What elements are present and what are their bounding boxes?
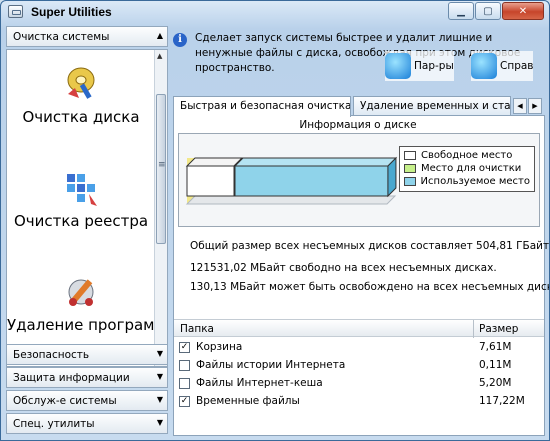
row-folder-name: Корзина <box>196 341 243 353</box>
category-label: Спец. утилиты <box>13 418 95 430</box>
app-icon[interactable] <box>8 5 23 18</box>
legend-label: Место для очистки <box>421 163 522 174</box>
info-banner: i Сделает запуск системы быстрее и удали… <box>173 29 545 89</box>
category-system-cleanup[interactable]: Очистка системы ▲ <box>6 26 168 47</box>
tool-label: Удаление программ <box>7 316 166 334</box>
tab-scroll-left-icon[interactable]: ◀ <box>513 98 527 114</box>
column-header-folder[interactable]: Папка <box>180 323 214 335</box>
scrollbar-thumb[interactable] <box>156 94 166 244</box>
gear-icon <box>385 53 411 79</box>
category-system-maintenance[interactable]: Обслуж-е системы ▼ <box>6 390 168 411</box>
row-folder-name: Временные файлы <box>196 395 300 407</box>
row-size: 0,11M <box>479 359 512 371</box>
bar-segment-0 <box>186 165 235 197</box>
chart-legend: Свободное место Место для очистки Исполь… <box>399 146 535 192</box>
grid-row[interactable]: Файлы истории Интернета 0,11M <box>174 357 544 374</box>
legend-label: Свободное место <box>421 150 513 161</box>
tab-strip: Быстрая и безопасная очистка Удаление вр… <box>173 96 545 117</box>
minimize-button[interactable]: ▁ <box>448 2 474 20</box>
sidebar-scrollbar[interactable]: ▲ ▼ <box>154 50 167 366</box>
disk-info-title: Информация о диске <box>299 119 417 131</box>
stat-total-size: Общий размер всех несъемных дисков соста… <box>190 240 550 252</box>
bar-top-0 <box>185 157 244 167</box>
help-icon <box>471 53 497 79</box>
sidebar: Очистка системы ▲ Очистка диска Очистка … <box>6 26 168 436</box>
tool-uninstall-programs[interactable]: Удаление программ <box>7 272 166 334</box>
legend-label: Используемое место <box>420 176 530 187</box>
row-size: 117,22M <box>479 395 525 407</box>
tab-temp-files-removal[interactable]: Удаление временных и стар <box>353 96 511 116</box>
grid-header: Папка Размер <box>174 319 544 338</box>
tool-label: Очистка реестра <box>13 212 149 230</box>
tool-disk-cleanup[interactable]: Очистка диска <box>7 64 155 126</box>
row-size: 5,20M <box>479 377 512 389</box>
bar-segment-2 <box>234 165 389 197</box>
chevron-down-icon: ▼ <box>156 372 163 381</box>
tool-label: Очистка диска <box>22 108 140 126</box>
stat-freeable-space: 130,13 МБайт может быть освобождено на в… <box>190 281 550 293</box>
disk-usage-bar <box>185 156 398 205</box>
legend-swatch <box>404 151 416 160</box>
tab-scroll-right-icon[interactable]: ▶ <box>528 98 542 114</box>
tool-registry-cleanup[interactable]: Очистка реестра <box>7 168 155 230</box>
row-size: 7,61M <box>479 341 512 353</box>
row-checkbox[interactable] <box>179 360 190 371</box>
bar-top-2 <box>233 157 398 167</box>
uninstall-programs-icon <box>61 272 101 312</box>
window-title: Super Utilities <box>31 5 112 19</box>
legend-item-free: Свободное место <box>404 149 530 162</box>
chevron-down-icon: ▼ <box>156 349 163 358</box>
legend-swatch <box>404 164 416 173</box>
chevron-down-icon: ▼ <box>156 395 163 404</box>
grid-row[interactable]: ✓ Корзина 7,61M <box>174 339 544 356</box>
tab-quick-safe-cleanup[interactable]: Быстрая и безопасная очистка <box>173 96 351 117</box>
row-checkbox[interactable]: ✓ <box>179 396 190 407</box>
category-label: Защита информации <box>13 372 130 384</box>
chevron-down-icon: ▼ <box>156 418 163 427</box>
maximize-button[interactable]: ▢ <box>475 2 501 20</box>
grid-row[interactable]: Файлы Интернет-кеша 5,20M <box>174 375 544 392</box>
app-window: Super Utilities ▁ ▢ ✕ Очистка системы ▲ <box>0 0 550 441</box>
column-header-size[interactable]: Размер <box>479 323 518 335</box>
category-label: Безопасность <box>13 349 90 361</box>
legend-item-cleanable: Место для очистки <box>404 162 530 175</box>
info-icon: i <box>173 33 187 47</box>
title-bar[interactable]: Super Utilities ▁ ▢ ✕ <box>1 1 549 23</box>
registry-cleanup-icon <box>61 168 101 208</box>
chevron-up-icon: ▲ <box>156 31 163 40</box>
stat-free-space: 121531,02 МБайт свободно на всех несъемн… <box>190 262 497 274</box>
help-label: Справ <box>500 60 534 72</box>
disk-cleanup-icon <box>61 64 101 104</box>
tools-panel: Очистка диска Очистка реестра Удаление п… <box>6 49 168 367</box>
legend-swatch <box>404 177 416 186</box>
category-security[interactable]: Безопасность ▼ <box>6 344 168 365</box>
chart-floor <box>185 195 397 205</box>
row-folder-name: Файлы истории Интернета <box>196 359 346 371</box>
scroll-up-arrow-icon[interactable]: ▲ <box>157 52 162 60</box>
tab-content: Информация о диске Свободное место Место… <box>173 115 549 436</box>
close-button[interactable]: ✕ <box>502 2 544 20</box>
disk-chart: Свободное место Место для очистки Исполь… <box>178 133 540 227</box>
category-info-protection[interactable]: Защита информации ▼ <box>6 367 168 388</box>
row-checkbox[interactable] <box>179 378 190 389</box>
category-label: Очистка системы <box>13 31 110 43</box>
row-folder-name: Файлы Интернет-кеша <box>196 377 323 389</box>
column-divider[interactable] <box>473 320 474 338</box>
settings-label: Пар-ры <box>414 60 454 72</box>
category-special-utilities[interactable]: Спец. утилиты ▼ <box>6 413 168 434</box>
row-checkbox[interactable]: ✓ <box>179 342 190 353</box>
help-button[interactable]: Справ <box>471 51 534 81</box>
grid-row[interactable]: ✓ Временные файлы 117,22M <box>174 393 544 410</box>
cleanup-grid: Папка Размер ✓ Корзина 7,61M Файлы истор… <box>174 319 544 436</box>
settings-button[interactable]: Пар-ры <box>385 51 454 81</box>
legend-item-used: Используемое место <box>404 175 530 188</box>
category-label: Обслуж-е системы <box>13 395 117 407</box>
